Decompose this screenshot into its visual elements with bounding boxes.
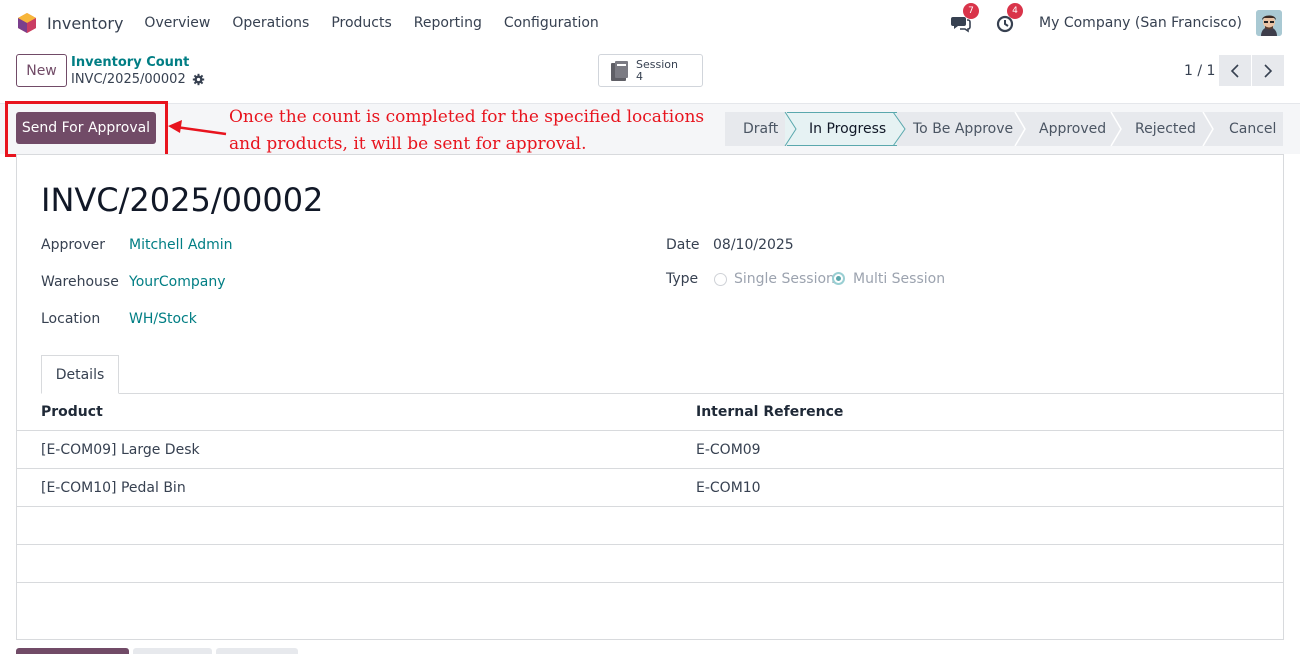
stage-separators [784, 112, 1214, 146]
breadcrumb-current: INVC/2025/00002 [71, 72, 186, 87]
company-switcher[interactable]: My Company (San Francisco) [1039, 15, 1242, 31]
radio-single-session-label: Single Session [734, 271, 835, 287]
menu-overview[interactable]: Overview [133, 15, 221, 31]
user-avatar-image [1256, 10, 1282, 36]
radio-single-session[interactable] [714, 273, 727, 286]
gear-icon[interactable] [192, 73, 205, 86]
pager-value[interactable]: 1 / 1 [1184, 63, 1215, 79]
location-label: Location [41, 311, 101, 327]
table-row[interactable]: [E-COM10] Pedal Bin E-COM10 [17, 469, 1283, 507]
highlight-box [5, 101, 168, 157]
approver-field[interactable]: Mitchell Admin [129, 237, 233, 253]
row-internal-reference: E-COM10 [696, 480, 761, 496]
date-label: Date [666, 237, 700, 253]
app-brand[interactable]: Inventory [16, 12, 123, 34]
app-name: Inventory [47, 13, 124, 33]
main-menu: Overview Operations Products Reporting C… [133, 15, 609, 31]
breadcrumb-parent[interactable]: Inventory Count [71, 55, 189, 70]
bottom-tab-1[interactable] [16, 648, 129, 654]
row-product: [E-COM10] Pedal Bin [41, 480, 186, 496]
warehouse-field[interactable]: YourCompany [129, 274, 226, 290]
activities-badge: 4 [1007, 3, 1024, 19]
tab-details-label: Details [55, 366, 105, 383]
type-label: Type [666, 271, 699, 287]
date-field[interactable]: 08/10/2025 [713, 237, 794, 253]
menu-operations[interactable]: Operations [221, 15, 320, 31]
row-internal-reference: E-COM09 [696, 442, 761, 458]
control-panel: New Inventory Count INVC/2025/00002 Sess… [0, 46, 1300, 104]
record-title: INVC/2025/00002 [41, 181, 324, 219]
activities-button[interactable]: 4 [995, 3, 1024, 33]
empty-row [17, 545, 1283, 583]
approver-label: Approver [41, 237, 106, 253]
warehouse-label: Warehouse [41, 274, 119, 290]
inventory-app-icon [18, 13, 36, 33]
session-smart-button[interactable]: Session 4 [598, 54, 703, 87]
column-product[interactable]: Product [41, 404, 103, 420]
bottom-tab-2[interactable] [133, 648, 212, 654]
annotation-text: Once the count is completed for the spec… [229, 104, 704, 158]
menu-configuration[interactable]: Configuration [493, 15, 610, 31]
menu-products[interactable]: Products [320, 15, 402, 31]
row-product: [E-COM09] Large Desk [41, 442, 200, 458]
annotation-line-1: Once the count is completed for the spec… [229, 107, 705, 127]
session-label: Session [636, 57, 678, 71]
chevron-left-icon [1230, 63, 1239, 78]
column-internal-reference[interactable]: Internal Reference [696, 404, 843, 420]
pager-previous-button[interactable] [1219, 55, 1251, 86]
menu-reporting[interactable]: Reporting [403, 15, 493, 31]
radio-multi-session[interactable] [832, 272, 845, 285]
table-header: Product Internal Reference [17, 393, 1283, 431]
table-row[interactable]: [E-COM09] Large Desk E-COM09 [17, 431, 1283, 469]
product-table: Product Internal Reference [E-COM09] Lar… [17, 393, 1283, 583]
messages-badge: 7 [963, 3, 980, 19]
breadcrumb: INVC/2025/00002 [71, 72, 205, 87]
pager-next-button[interactable] [1252, 55, 1284, 86]
location-field[interactable]: WH/Stock [129, 311, 197, 327]
user-avatar[interactable] [1256, 10, 1282, 36]
arrow-left-icon [168, 120, 227, 136]
messages-button[interactable]: 7 [951, 3, 980, 33]
navbar-systray: 7 4 My Company (San Francisco) [951, 0, 1282, 46]
new-button[interactable]: New [16, 54, 67, 87]
clipboard-icon [611, 60, 628, 81]
radio-multi-session-label: Multi Session [853, 271, 946, 287]
form-sheet: INVC/2025/00002 Approver Mitchell Admin … [16, 154, 1284, 640]
empty-row [17, 507, 1283, 545]
tab-details[interactable]: Details [41, 355, 119, 394]
session-info: Session 4 [636, 57, 678, 83]
top-navbar: Inventory Overview Operations Products R… [0, 0, 1300, 46]
chevron-right-icon [1264, 63, 1273, 78]
bottom-tab-3[interactable] [216, 648, 298, 654]
session-count: 4 [636, 69, 643, 83]
